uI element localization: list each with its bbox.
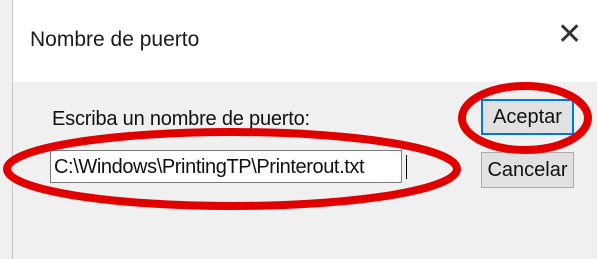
- highlight-ellipse-port-field: [3, 128, 461, 210]
- highlight-ellipse-ok-button: [458, 82, 592, 154]
- annotation-layer: [3, 82, 592, 210]
